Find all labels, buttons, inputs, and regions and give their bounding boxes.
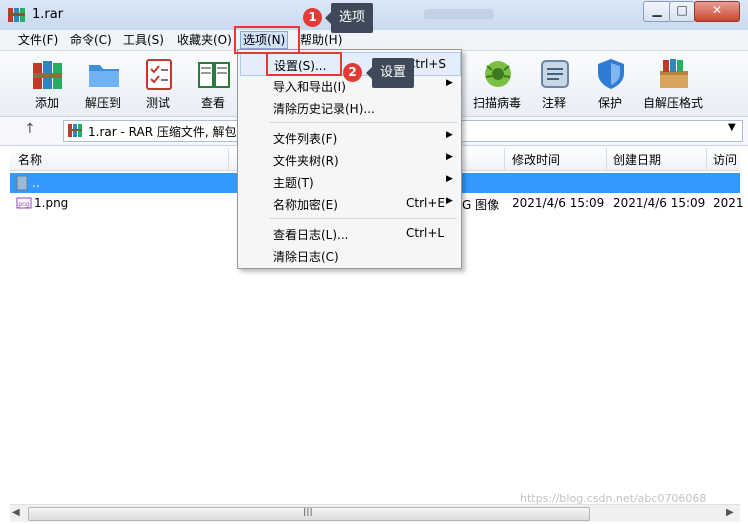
toolbar-view-button[interactable]: 查看 xyxy=(185,55,241,113)
books-icon xyxy=(31,57,65,91)
menu-item-label: 清除日志(C) xyxy=(273,250,339,264)
scroll-grip: III xyxy=(303,506,313,519)
column-divider[interactable] xyxy=(504,148,505,170)
menu-item-shortcut: Ctrl+L xyxy=(406,226,445,240)
row-name: .. xyxy=(32,176,40,190)
svg-text:png: png xyxy=(18,201,30,208)
column-modified[interactable]: 修改时间 xyxy=(512,151,560,168)
menu-separator xyxy=(269,218,457,219)
toolbar-sfx-button[interactable]: 自解压格式 xyxy=(643,55,703,113)
folder-up-icon xyxy=(16,175,28,191)
tooltip-options: 选项 xyxy=(324,3,374,33)
submenu-arrow-icon: ▶ xyxy=(446,196,453,206)
address-text: 1.rar - RAR 压缩文件, 解包 xyxy=(88,125,237,139)
title-bar: 1.rar ▁ □ ✕ xyxy=(0,0,748,31)
menu-item-folder-tree[interactable]: 文件夹树(R) ▶ xyxy=(240,148,459,170)
row-created: 2021/4/6 15:09 xyxy=(613,196,706,210)
highlight-box-options xyxy=(234,26,300,54)
horizontal-scrollbar[interactable]: ◀ III ▶ xyxy=(10,504,740,522)
book-icon xyxy=(197,57,231,91)
note-icon xyxy=(538,57,572,91)
menu-item-label: 查看日志(L)... xyxy=(273,228,349,242)
menu-bar: 文件(F) 命令(C) 工具(S) 收藏夹(O) 选项(N) 帮助(H) xyxy=(0,30,748,51)
row-type: G 图像 xyxy=(462,198,500,212)
menu-file[interactable]: 文件(F) xyxy=(16,32,60,48)
options-dropdown-menu: 设置(S)... Ctrl+S 导入和导出(I) ▶ 清除历史记录(H)... … xyxy=(237,49,462,269)
submenu-arrow-icon: ▶ xyxy=(446,78,453,88)
winrar-app-icon xyxy=(8,7,25,23)
column-accessed[interactable]: 访问 xyxy=(713,151,737,168)
menu-item-name-encryption[interactable]: 名称加密(E) Ctrl+E ▶ xyxy=(240,192,459,214)
menu-item-label: 导入和导出(I) xyxy=(273,80,346,94)
column-created[interactable]: 创建日期 xyxy=(613,151,661,168)
row-modified: 2021/4/6 15:09 xyxy=(512,196,605,210)
menu-help[interactable]: 帮助(H) xyxy=(298,32,344,48)
png-image-icon: png xyxy=(16,195,32,211)
package-icon xyxy=(657,57,691,91)
maximize-button[interactable]: □ xyxy=(669,1,695,22)
menu-item-label: 主题(T) xyxy=(273,176,314,190)
toolbar-label: 保护 xyxy=(597,96,622,110)
menu-item-clear-history[interactable]: 清除历史记录(H)... xyxy=(240,96,459,118)
checklist-icon xyxy=(142,57,176,91)
column-divider[interactable] xyxy=(606,148,607,170)
menu-item-label: 名称加密(E) xyxy=(273,198,338,212)
menu-command[interactable]: 命令(C) xyxy=(68,32,114,48)
step-badge-1: 1 xyxy=(303,8,322,27)
submenu-arrow-icon: ▶ xyxy=(446,174,453,184)
menu-favorites[interactable]: 收藏夹(O) xyxy=(175,32,234,48)
column-name[interactable]: 名称 xyxy=(18,151,42,168)
column-divider[interactable] xyxy=(228,148,229,170)
scroll-right-arrow[interactable]: ▶ xyxy=(726,507,734,518)
blurred-title-area xyxy=(424,9,494,19)
shield-icon xyxy=(594,57,628,91)
row-name: 1.png xyxy=(34,196,69,210)
toolbar-scan-virus-button[interactable]: 扫描病毒 xyxy=(469,55,525,113)
watermark: https://blog.csdn.net/abc0706068 xyxy=(520,492,707,505)
menu-item-theme[interactable]: 主题(T) ▶ xyxy=(240,170,459,192)
menu-item-shortcut: Ctrl+E xyxy=(406,196,445,210)
toolbar-protect-button[interactable]: 保护 xyxy=(582,55,638,113)
up-arrow-icon[interactable]: ↑ xyxy=(24,121,36,137)
menu-item-view-log[interactable]: 查看日志(L)... Ctrl+L xyxy=(240,222,459,244)
address-dropdown-arrow[interactable]: ▼ xyxy=(728,122,736,133)
menu-item-label: 文件列表(F) xyxy=(273,132,338,146)
menu-separator xyxy=(269,122,457,123)
scroll-left-arrow[interactable]: ◀ xyxy=(12,507,20,518)
column-divider[interactable] xyxy=(706,148,707,170)
toolbar-label: 自解压格式 xyxy=(642,96,703,110)
tooltip-settings: 设置 xyxy=(365,58,415,88)
submenu-arrow-icon: ▶ xyxy=(446,152,453,162)
step-badge-2: 2 xyxy=(343,63,362,82)
folder-icon xyxy=(87,57,121,91)
close-button[interactable]: ✕ xyxy=(694,1,740,22)
archive-icon xyxy=(68,123,83,138)
menu-item-label: 文件夹树(R) xyxy=(273,154,339,168)
menu-tools[interactable]: 工具(S) xyxy=(121,32,166,48)
highlight-box-settings xyxy=(266,52,342,76)
row-accessed: 2021 xyxy=(713,196,744,210)
menu-item-clear-log[interactable]: 清除日志(C) xyxy=(240,244,459,266)
minimize-button[interactable]: ▁ xyxy=(643,1,671,22)
menu-item-label: 清除历史记录(H)... xyxy=(273,102,375,116)
window-title: 1.rar xyxy=(32,7,64,22)
scroll-thumb[interactable]: III xyxy=(28,506,590,521)
bug-icon xyxy=(481,57,515,91)
submenu-arrow-icon: ▶ xyxy=(446,130,453,140)
menu-item-file-list[interactable]: 文件列表(F) ▶ xyxy=(240,126,459,148)
